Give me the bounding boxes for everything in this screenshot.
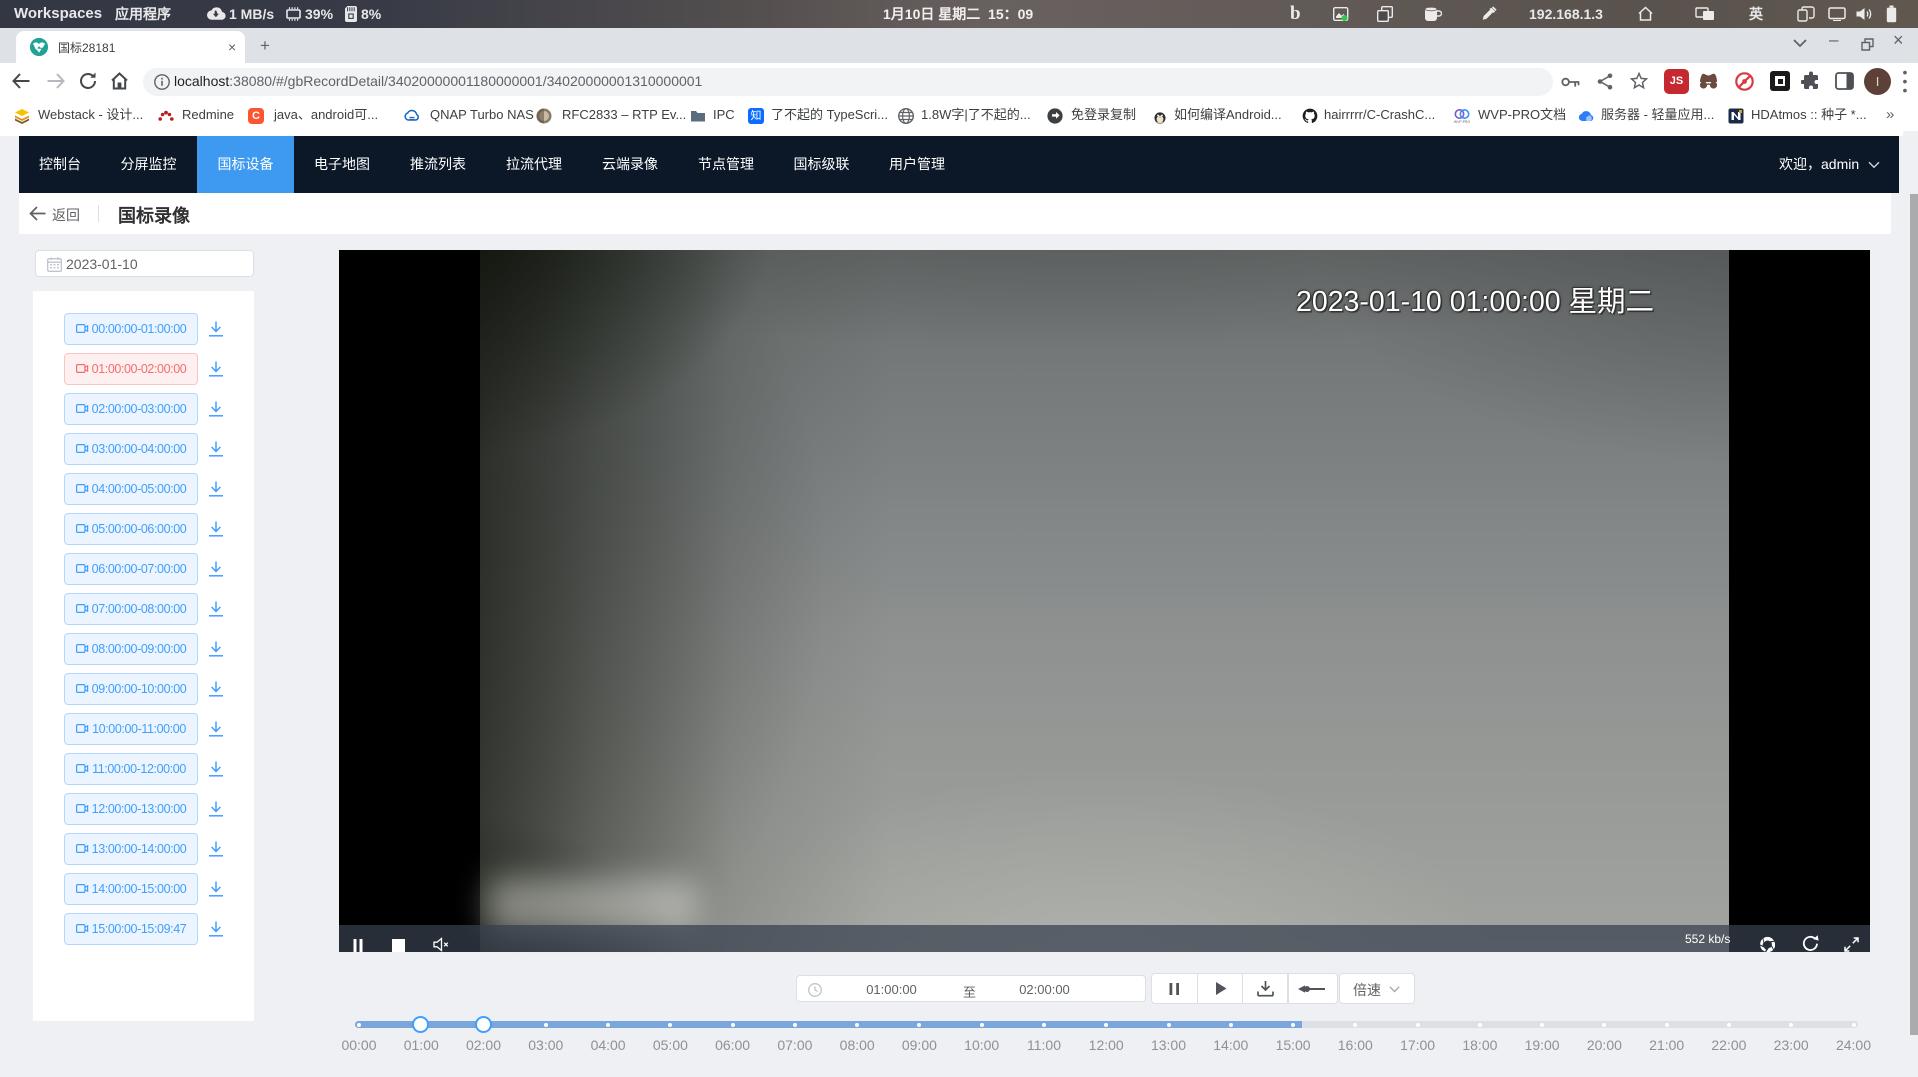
svg-text:WVP-PRO: WVP-PRO: [1454, 120, 1470, 124]
